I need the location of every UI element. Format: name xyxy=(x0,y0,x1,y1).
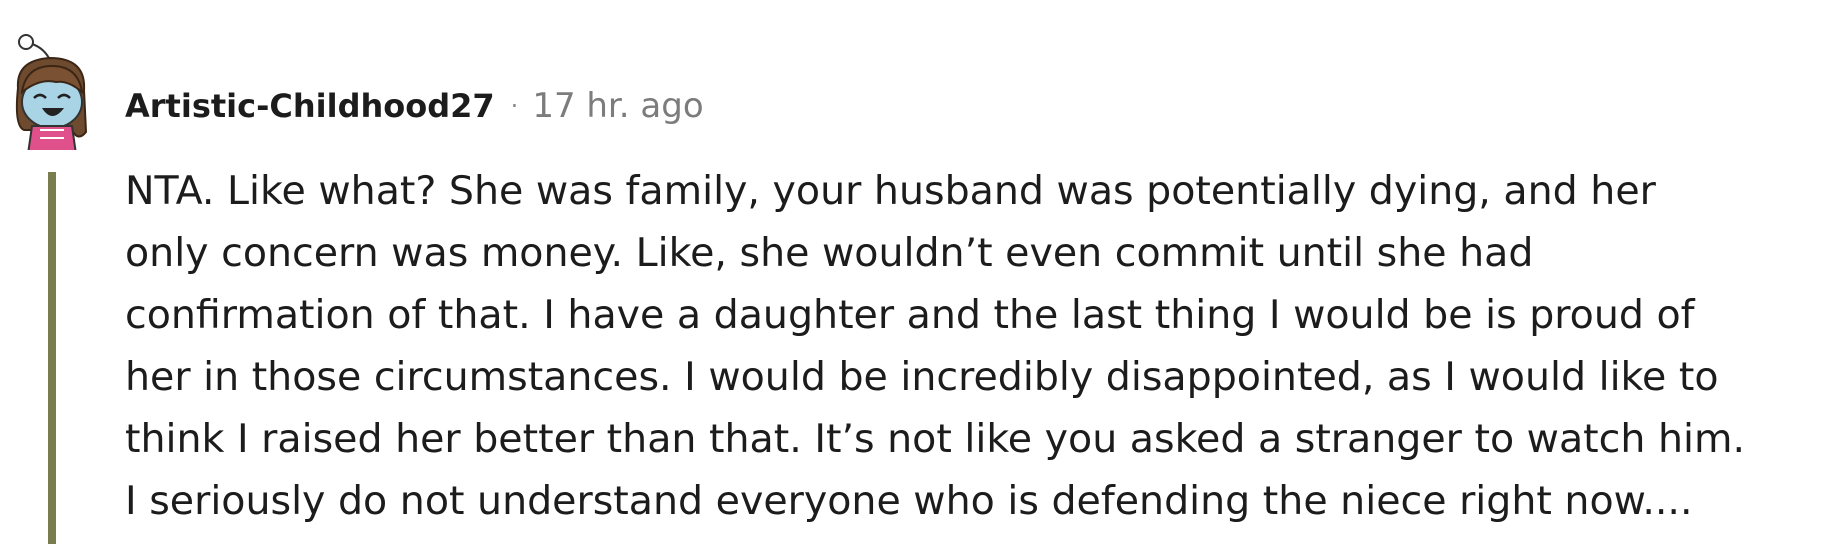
comment-body-line: I seriously do not understand everyone w… xyxy=(125,478,1693,524)
comment-meta: Artistic-Childhood27 · 17 hr. ago xyxy=(125,86,704,126)
comment-body-line: her in those circumstances. I would be i… xyxy=(125,354,1719,400)
snoo-avatar-icon xyxy=(15,34,88,155)
comment-body-line: only concern was money. Like, she wouldn… xyxy=(125,230,1534,276)
author-username[interactable]: Artistic-Childhood27 xyxy=(125,87,495,125)
comment-body-line: think I raised her better than that. It’… xyxy=(125,416,1746,462)
comment-body: NTA. Like what? She was family, your hus… xyxy=(125,160,1815,532)
thread-line[interactable] xyxy=(48,172,56,544)
user-avatar[interactable] xyxy=(10,30,100,155)
meta-separator: · xyxy=(510,92,519,120)
comment-timestamp[interactable]: 17 hr. ago xyxy=(532,86,703,126)
comment-body-line: confirmation of that. I have a daughter … xyxy=(125,292,1695,338)
comment: Artistic-Childhood27 · 17 hr. ago NTA. L… xyxy=(0,0,1834,544)
comment-body-line: NTA. Like what? She was family, your hus… xyxy=(125,168,1656,214)
